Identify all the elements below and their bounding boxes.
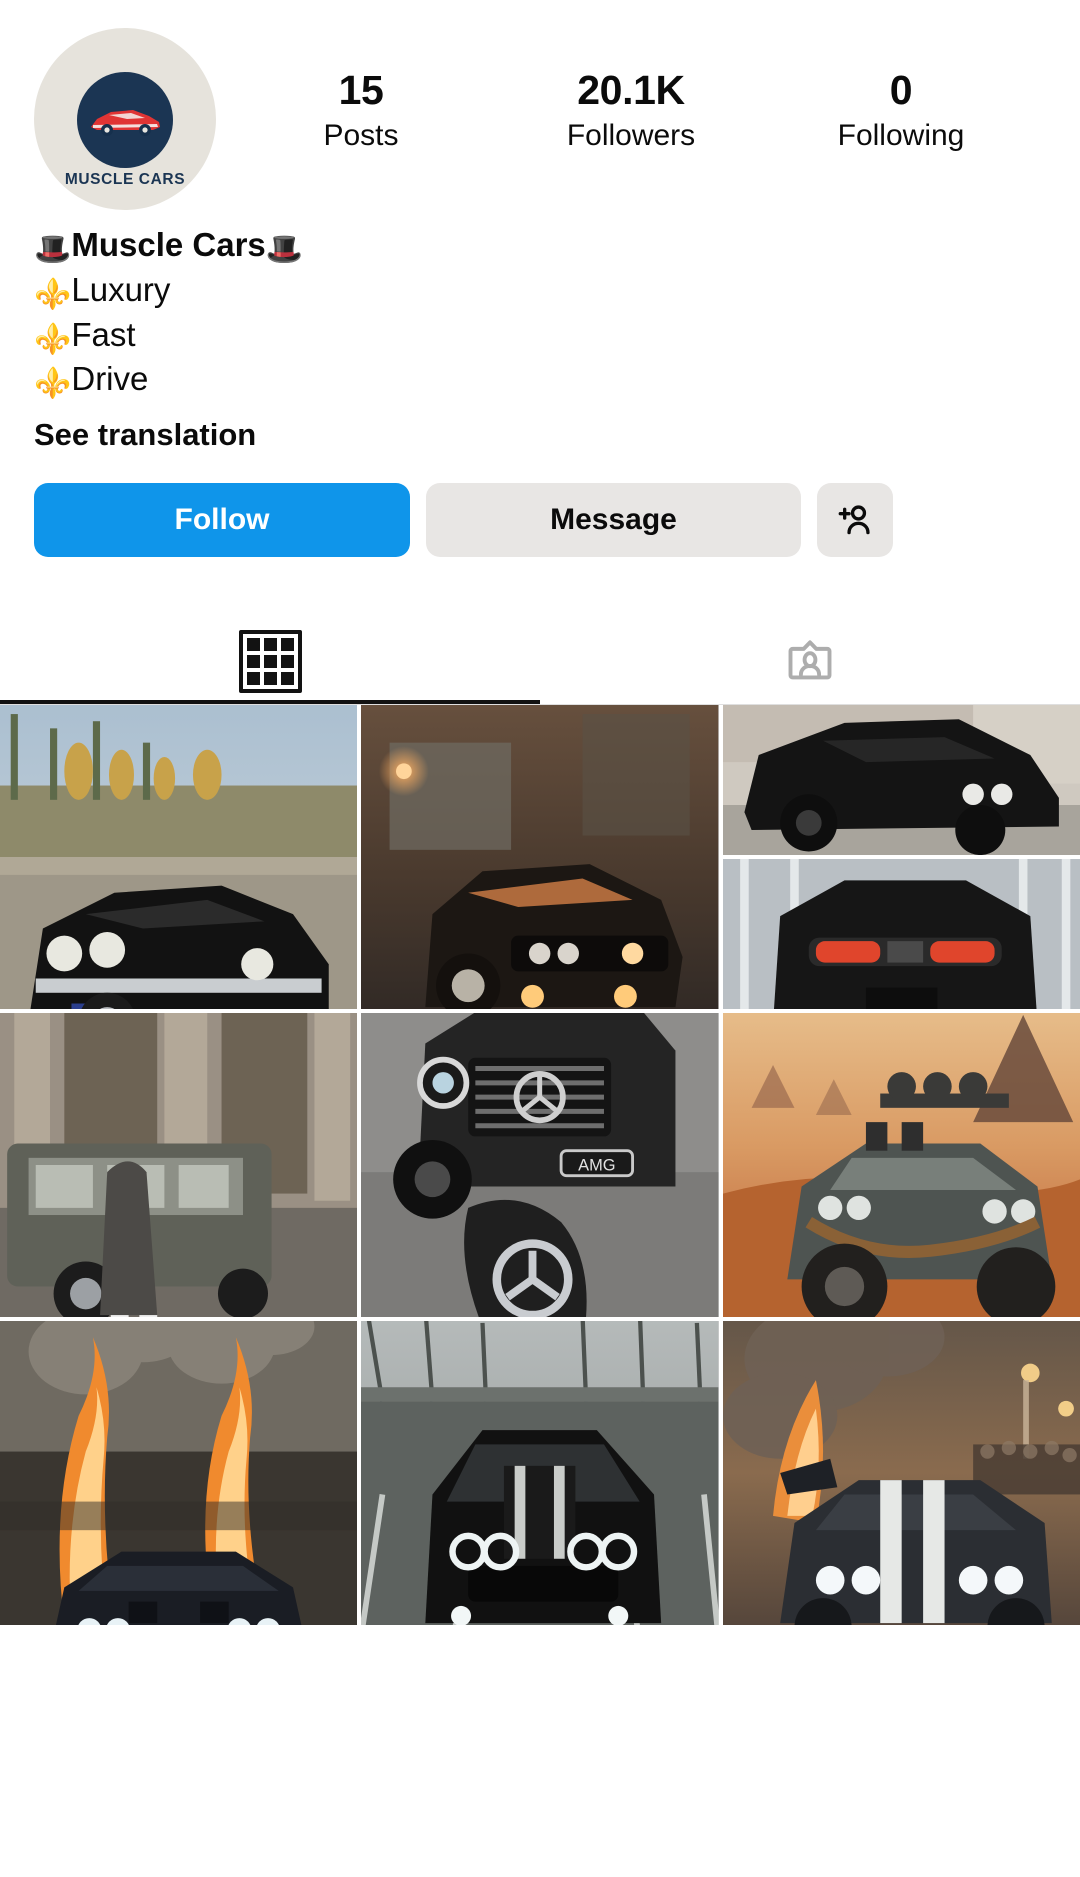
- add-person-icon: [838, 505, 870, 535]
- post-image: [0, 705, 358, 1010]
- post-thumbnail[interactable]: [0, 1013, 358, 1318]
- post-thumbnail[interactable]: [361, 705, 719, 1010]
- post-thumbnail[interactable]: [722, 859, 1080, 1010]
- post-image: [722, 1013, 1080, 1318]
- tagged-icon: [788, 640, 832, 680]
- post-thumbnail[interactable]: [722, 1013, 1080, 1318]
- avatar-image: MUSCLE CARS: [34, 28, 216, 210]
- profile-bio: 🎩Muscle Cars🎩 ⚜️Luxury ⚜️Fast ⚜️Drive Se…: [0, 210, 1080, 453]
- instagram-profile-screen: MUSCLE CARS 15 Posts 20.1K Followers 0 F…: [0, 0, 1080, 1877]
- followers-label: Followers: [566, 119, 696, 153]
- avatar-logo-text: MUSCLE CARS: [64, 170, 186, 188]
- bio-line-luxury-text: Luxury: [71, 270, 171, 308]
- follow-button[interactable]: Follow: [34, 483, 410, 558]
- tab-grid[interactable]: [0, 617, 540, 705]
- see-translation-link[interactable]: See translation: [34, 417, 1046, 453]
- top-hat-icon-right: 🎩: [265, 233, 304, 266]
- tab-tagged[interactable]: [540, 617, 1080, 705]
- grid-icon: [238, 629, 302, 693]
- bio-line-luxury: ⚜️Luxury: [34, 269, 1046, 314]
- post-thumbnail[interactable]: AMG: [361, 1013, 719, 1318]
- bio-name-line: 🎩Muscle Cars🎩: [34, 224, 1046, 269]
- bio-display-name: Muscle Cars: [71, 226, 266, 263]
- post-image: [722, 859, 1080, 1010]
- post-image: [361, 705, 719, 1010]
- profile-stats: 15 Posts 20.1K Followers 0 Following: [216, 28, 1046, 157]
- stat-followers[interactable]: 20.1K Followers: [556, 68, 706, 157]
- profile-action-buttons: Follow Message: [0, 453, 1080, 558]
- profile-tabs: [0, 617, 1080, 706]
- bio-line-drive-text: Drive: [71, 360, 149, 398]
- bio-line-fast-text: Fast: [71, 315, 136, 353]
- add-person-button[interactable]: [817, 483, 893, 558]
- post-image: [722, 705, 1080, 856]
- post-thumbnail[interactable]: [0, 1321, 358, 1626]
- fleur-de-lis-icon: ⚜️: [34, 277, 72, 311]
- svg-text:AMG: AMG: [578, 1157, 615, 1175]
- post-thumbnail[interactable]: [722, 1321, 1080, 1626]
- post-image: [361, 1321, 719, 1626]
- bio-line-fast: ⚜️Fast: [34, 314, 1046, 359]
- post-thumbnail[interactable]: [722, 705, 1080, 856]
- fleur-de-lis-icon: ⚜️: [34, 367, 72, 401]
- bio-line-drive: ⚜️Drive: [34, 358, 1046, 403]
- stat-following[interactable]: 0 Following: [826, 68, 976, 157]
- fleur-de-lis-icon: ⚜️: [34, 322, 72, 356]
- post-image: AMG: [361, 1013, 719, 1318]
- post-thumbnail-split: [722, 705, 1080, 1010]
- followers-count: 20.1K: [577, 67, 685, 113]
- post-image: [722, 1321, 1080, 1626]
- post-thumbnail[interactable]: [361, 1321, 719, 1626]
- post-thumbnail[interactable]: [0, 705, 358, 1010]
- muscle-cars-logo-icon: [77, 71, 173, 168]
- posts-count: 15: [338, 67, 384, 113]
- post-image: [0, 1013, 358, 1318]
- top-hat-icon-left: 🎩: [34, 233, 72, 266]
- posts-label: Posts: [323, 119, 399, 153]
- red-muscle-car-icon: [91, 109, 160, 136]
- posts-grid: AMG: [0, 705, 1080, 1626]
- following-count: 0: [889, 67, 913, 113]
- stat-posts[interactable]: 15 Posts: [286, 68, 436, 157]
- message-button[interactable]: Message: [426, 483, 801, 558]
- following-label: Following: [837, 119, 965, 153]
- post-image: [0, 1321, 358, 1626]
- avatar[interactable]: MUSCLE CARS: [34, 28, 216, 210]
- profile-header: MUSCLE CARS 15 Posts 20.1K Followers 0 F…: [0, 0, 1080, 210]
